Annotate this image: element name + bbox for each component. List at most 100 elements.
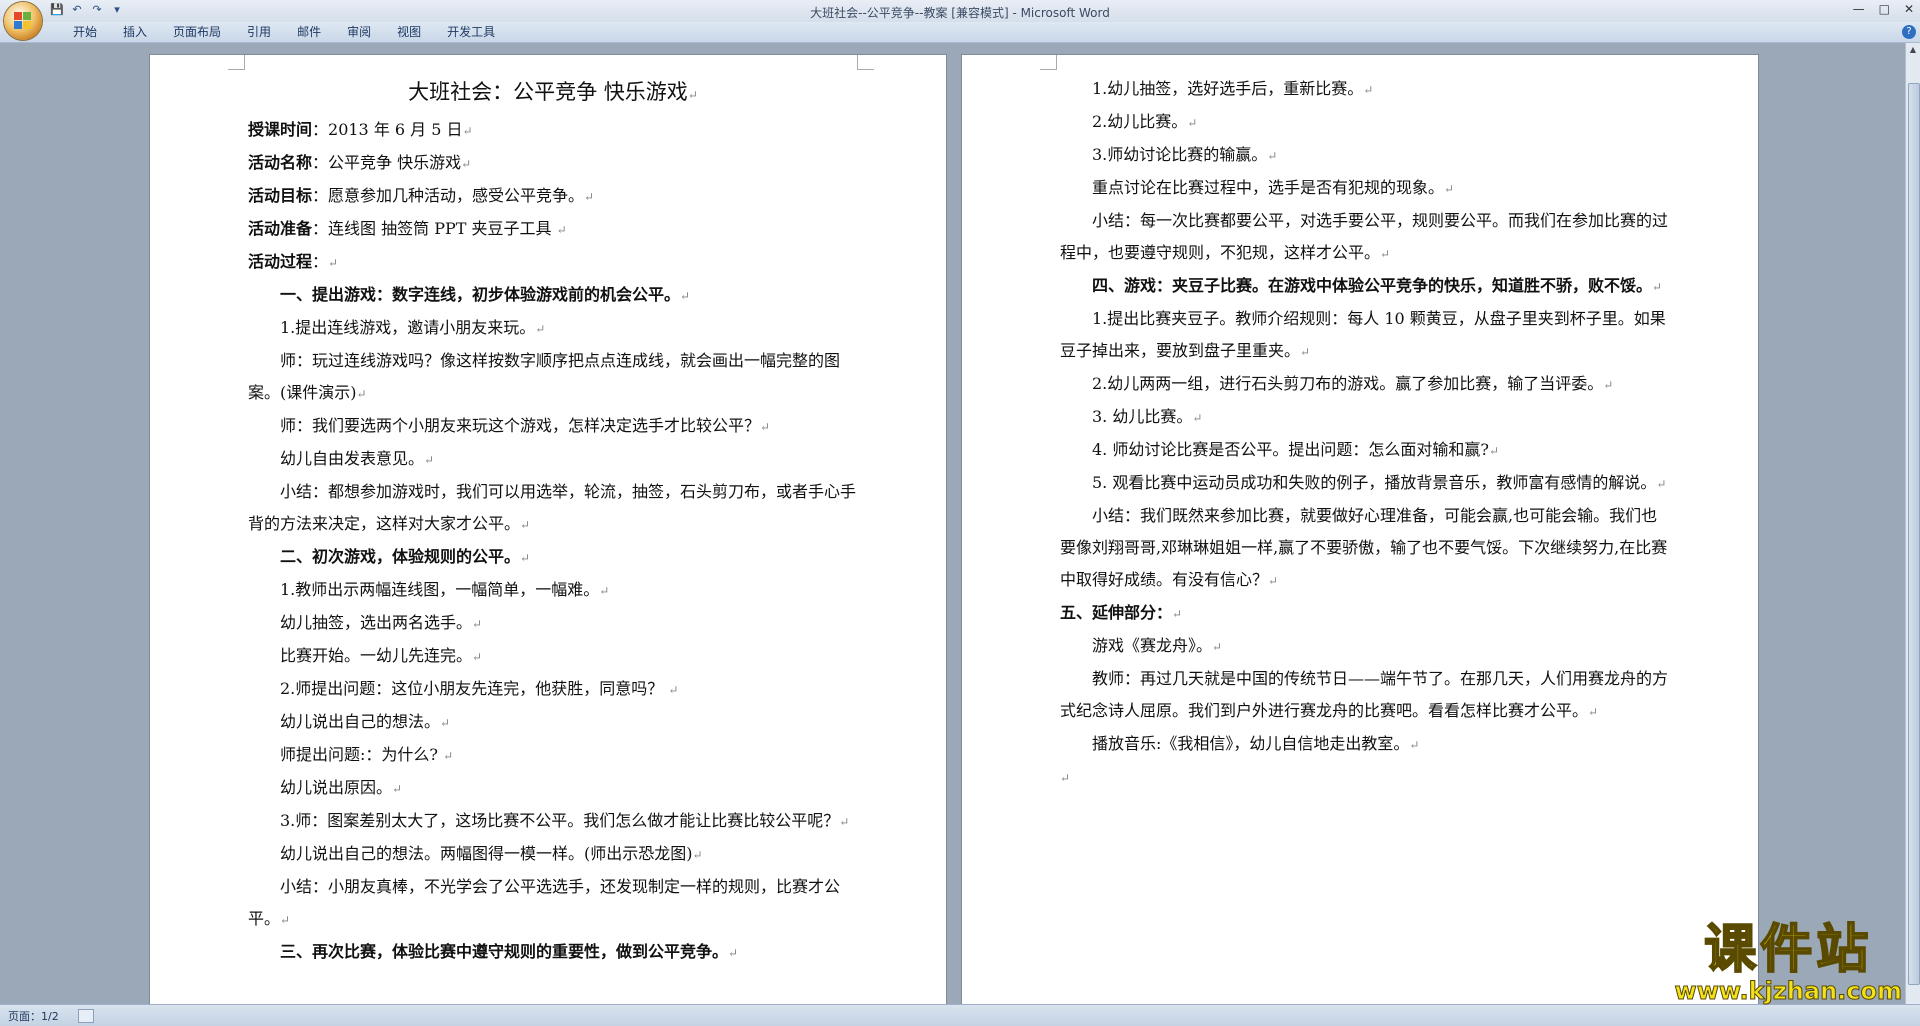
maximize-button[interactable]: □	[1879, 2, 1890, 16]
paragraph-text: 幼儿抽签，选出两名选手。	[280, 613, 473, 632]
paragraph-mark-icon: ↵	[1060, 771, 1071, 785]
document-paragraph: 三、再次比赛，体验比赛中遵守规则的重要性，做到公平竞争。↵	[248, 936, 858, 969]
document-paragraph: 师：我们要选两个小朋友来玩这个游戏，怎样决定选手才比较公平？↵	[248, 410, 858, 443]
page-2-content: 1.幼儿抽签，选好选手后，重新比赛。↵ 2.幼儿比赛。↵ 3.师幼讨论比赛的输赢。↵…	[1060, 73, 1668, 794]
field-label: 活动过程	[248, 252, 313, 271]
paragraph-mark-icon: ↵	[1656, 477, 1667, 491]
ribbon-tab-0[interactable]: 开始	[60, 25, 110, 39]
paragraph-text: 小结：小朋友真棒，不光学会了公平选选手，还发现制定一样的规则，比赛才公平。	[248, 877, 841, 928]
scrollbar-thumb[interactable]	[1908, 83, 1920, 985]
office-button[interactable]	[4, 2, 42, 40]
paragraph-mark-icon: ↵	[1409, 738, 1420, 752]
document-paragraph: 五、延伸部分：↵	[1060, 597, 1668, 630]
paragraph-mark-icon: ↵	[1380, 247, 1391, 261]
document-paragraph: 小结：我们既然来参加比赛，就要做好心理准备，可能会赢,也可能会输。我们也要像刘翔…	[1060, 500, 1668, 597]
document-paragraph: 2.师提出问题：这位小朋友先连完，他获胜，同意吗？ ↵	[248, 673, 858, 706]
paragraph-mark-icon: ↵	[760, 420, 771, 434]
paragraph-text: 小结：我们既然来参加比赛，就要做好心理准备，可能会赢,也可能会输。我们也要像刘翔…	[1060, 506, 1668, 589]
document-paragraph: 活动名称：公平竞争 快乐游戏↵	[248, 147, 858, 180]
page-1-content: 大班社会：公平竞争 快乐游戏↵ 授课时间：2013 年 6 月 5 日↵ 活动名称…	[248, 75, 858, 969]
field-value: ：愿意参加几种活动，感受公平竞争。	[312, 186, 585, 205]
title-bar: 💾 ↶ ↷ ▾ 大班社会--公平竞争--教案 [兼容模式] - Microsoft W…	[0, 0, 1920, 22]
paragraph-mark-icon: ↵	[1267, 149, 1278, 163]
paragraph-mark-icon: ↵	[356, 387, 367, 401]
paragraph-mark-icon: ↵	[1603, 378, 1614, 392]
paragraph-mark-icon: ↵	[692, 848, 703, 862]
document-paragraph: 2.幼儿两两一组，进行石头剪刀布的游戏。赢了参加比赛，输了当评委。↵	[1060, 368, 1668, 401]
paragraph-text: 小结：都想参加游戏时，我们可以用选举，轮流，抽签，石头剪刀布，或者手心手背的方法…	[248, 482, 857, 533]
help-icon[interactable]: ?	[1902, 25, 1916, 39]
ribbon-tab-2[interactable]: 页面布局	[160, 25, 234, 39]
paragraph-text: 重点讨论在比赛过程中，选手是否有犯规的现象。	[1092, 178, 1445, 197]
ribbon-tab-1[interactable]: 插入	[110, 25, 160, 39]
document-paragraph: 4. 师幼讨论比赛是否公平。提出问题：怎么面对输和赢?↵	[1060, 434, 1668, 467]
window-controls: — □ ✕	[1853, 2, 1914, 16]
paragraph-mark-icon: ↵	[328, 256, 339, 270]
document-paragraph: 幼儿自由发表意见。↵	[248, 443, 858, 476]
ribbon-tab-7[interactable]: 开发工具	[434, 25, 508, 39]
proofing-icon[interactable]	[78, 1009, 94, 1023]
document-paragraph: 1.幼儿抽签，选好选手后，重新比赛。↵	[1060, 73, 1668, 106]
field-value: ：	[312, 252, 329, 271]
paragraph-mark-icon: ↵	[461, 157, 472, 171]
document-paragraph: 比赛开始。一幼儿先连完。↵	[248, 640, 858, 673]
field-value: ：连线图 抽签筒 PPT 夹豆子工具	[312, 219, 557, 238]
document-page-1[interactable]: 大班社会：公平竞争 快乐游戏↵ 授课时间：2013 年 6 月 5 日↵ 活动名称…	[150, 55, 946, 1005]
document-paragraph: 1.教师出示两幅连线图，一幅简单，一幅难。↵	[248, 574, 858, 607]
page-counter[interactable]: 页面：1/2	[8, 1008, 59, 1024]
document-paragraph: 幼儿说出原因。↵	[248, 772, 858, 805]
paragraph-mark-icon: ↵	[472, 617, 483, 631]
document-paragraph: 教师：再过几天就是中国的传统节日——端午节了。在那几天，人们用赛龙舟的方式纪念诗…	[1060, 663, 1668, 728]
office-logo-icon	[14, 12, 32, 30]
paragraph-mark-icon: ↵	[839, 815, 850, 829]
document-paragraph: 3.师幼讨论比赛的输赢。↵	[1060, 139, 1668, 172]
window-title: 大班社会--公平竞争--教案 [兼容模式] - Microsoft Word	[810, 6, 1110, 20]
paragraph-mark-icon: ↵	[392, 782, 403, 796]
document-paragraph: 师：玩过连线游戏吗？像这样按数字顺序把点点连成线，就会画出一幅完整的图案。(课件…	[248, 345, 858, 410]
close-button[interactable]: ✕	[1904, 2, 1914, 16]
document-paragraph: ↵	[1060, 761, 1668, 794]
paragraph-mark-icon: ↵	[728, 946, 739, 960]
field-label: 活动准备	[248, 219, 313, 238]
ribbon-tab-4[interactable]: 邮件	[284, 25, 334, 39]
document-title: 大班社会：公平竞争 快乐游戏↵	[408, 80, 698, 104]
paragraph-mark-icon: ↵	[472, 650, 483, 664]
document-paragraph: 播放音乐:《我相信》，幼儿自信地走出教室。↵	[1060, 728, 1668, 761]
document-paragraph: 2.幼儿比赛。↵	[1060, 106, 1668, 139]
document-paragraph: 重点讨论在比赛过程中，选手是否有犯规的现象。↵	[1060, 172, 1668, 205]
ribbon-tab-6[interactable]: 视图	[384, 25, 434, 39]
document-paragraph: 活动目标：愿意参加几种活动，感受公平竞争。↵	[248, 180, 858, 213]
scroll-up-icon[interactable]: ▲	[1906, 43, 1920, 57]
section-heading: 五、延伸部分：	[1060, 603, 1173, 622]
paragraph-mark-icon: ↵	[1192, 411, 1203, 425]
paragraph-mark-icon: ↵	[556, 223, 567, 237]
minimize-button[interactable]: —	[1853, 2, 1865, 16]
paragraph-mark-icon: ↵	[1172, 607, 1183, 621]
status-bar: 页面：1/2	[0, 1004, 1920, 1026]
paragraph-text: 幼儿说出自己的想法。两幅图得一模一样。(师出示恐龙图)	[280, 844, 693, 863]
document-page-2[interactable]: 1.幼儿抽签，选好选手后，重新比赛。↵ 2.幼儿比赛。↵ 3.师幼讨论比赛的输赢。↵…	[962, 55, 1758, 1005]
paragraph-text: 幼儿说出自己的想法。	[280, 712, 441, 731]
crop-mark	[857, 55, 874, 70]
vertical-scrollbar[interactable]: ▲	[1905, 43, 1920, 1004]
document-paragraph: 3. 幼儿比赛。↵	[1060, 401, 1668, 434]
paragraph-text: 1.提出连线游戏，邀请小朋友来玩。	[280, 318, 536, 337]
paragraph-text: 小结：每一次比赛都要公平，对选手要公平，规则要公平。而我们在参加比赛的过程中，也…	[1060, 211, 1669, 262]
document-paragraph: 5. 观看比赛中运动员成功和失败的例子，播放背景音乐，教师富有感情的解说。↵	[1060, 467, 1668, 500]
ribbon-tab-5[interactable]: 审阅	[334, 25, 384, 39]
paragraph-mark-icon: ↵	[535, 322, 546, 336]
paragraph-text: 3. 幼儿比赛。	[1092, 407, 1193, 426]
ribbon-tab-bar: 开始 插入 页面布局 引用 邮件 审阅 视图 开发工具 ?	[0, 22, 1920, 43]
paragraph-text: 幼儿说出原因。	[280, 778, 393, 797]
document-paragraph: 活动过程：↵	[248, 246, 858, 279]
ribbon-tab-3[interactable]: 引用	[234, 25, 284, 39]
field-label: 活动名称	[248, 153, 313, 172]
crop-mark	[1040, 55, 1057, 70]
paragraph-mark-icon: ↵	[1488, 444, 1499, 458]
paragraph-mark-icon: ↵	[1212, 640, 1223, 654]
paragraph-text: 2.幼儿两两一组，进行石头剪刀布的游戏。赢了参加比赛，输了当评委。	[1092, 374, 1604, 393]
document-paragraph: 1.提出比赛夹豆子。教师介绍规则：每人 10 颗黄豆，从盘子里夹到杯子里。如果豆…	[1060, 303, 1668, 368]
paragraph-mark-icon: ↵	[599, 584, 610, 598]
paragraph-text: 1.教师出示两幅连线图，一幅简单，一幅难。	[280, 580, 600, 599]
watermark-url: www.kjzhan.com	[1674, 977, 1902, 1005]
